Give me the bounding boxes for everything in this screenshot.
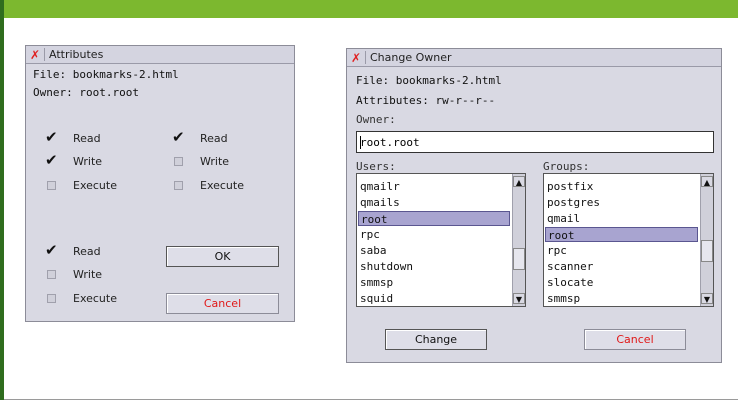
desktop-left-bar <box>0 0 4 400</box>
check-icon[interactable]: ✔ <box>45 243 58 258</box>
list-item[interactable]: smmsp <box>545 291 698 306</box>
group-write-label: Write <box>200 155 230 168</box>
owner-line: Owner: root.root <box>33 86 139 99</box>
group-read-label: Read <box>200 132 228 145</box>
attributes-window: ✗ Attributes File: bookmarks-2.html Owne… <box>25 45 295 322</box>
arrow-down-icon[interactable]: ▼ <box>701 293 713 304</box>
list-item[interactable]: rpc <box>545 243 698 258</box>
owner-input[interactable]: root.root <box>356 131 714 153</box>
groups-label: Groups: <box>543 160 590 173</box>
group-write-checkbox[interactable] <box>174 157 183 166</box>
ok-button[interactable]: OK <box>166 246 279 267</box>
groups-scroll-thumb[interactable] <box>701 240 713 262</box>
file-line: File: bookmarks-2.html <box>356 74 502 87</box>
user-execute-checkbox[interactable] <box>47 181 56 190</box>
arrow-up-icon[interactable]: ▲ <box>513 176 525 187</box>
other-execute-checkbox[interactable] <box>47 294 56 303</box>
owner-label: Owner: <box>356 113 396 126</box>
file-line: File: bookmarks-2.html <box>33 68 179 81</box>
change-button[interactable]: Change <box>385 329 487 350</box>
list-item[interactable]: qmails <box>358 195 510 210</box>
list-item[interactable]: shutdown <box>358 259 510 274</box>
titlebar-separator <box>44 48 45 61</box>
user-read-label: Read <box>73 132 101 145</box>
attributes-line: Attributes: rw-r--r-- <box>356 94 496 107</box>
user-write-label: Write <box>73 155 103 168</box>
other-execute-label: Execute <box>73 292 117 305</box>
other-read-label: Read <box>73 245 101 258</box>
list-item[interactable]: postgres <box>545 195 698 210</box>
users-scroll-thumb[interactable] <box>513 248 525 270</box>
cancel-button[interactable]: Cancel <box>166 293 279 314</box>
list-item[interactable]: smmsp <box>358 275 510 290</box>
user-execute-label: Execute <box>73 179 117 192</box>
check-icon[interactable]: ✔ <box>45 130 58 145</box>
users-scrollbar[interactable]: ▲ ▼ <box>512 174 525 306</box>
group-execute-label: Execute <box>200 179 244 192</box>
list-item[interactable]: postfix <box>545 179 698 194</box>
close-icon[interactable]: ✗ <box>29 48 41 62</box>
check-icon[interactable]: ✔ <box>45 153 58 168</box>
list-item[interactable]: rpc <box>358 227 510 242</box>
list-item[interactable]: qmailr <box>358 179 510 194</box>
desktop-top-bar <box>0 0 738 18</box>
users-list[interactable]: qmailr qmails root rpc saba shutdown smm… <box>356 173 526 307</box>
owner-input-value: root.root <box>360 135 420 149</box>
group-execute-checkbox[interactable] <box>174 181 183 190</box>
list-item[interactable]: saba <box>358 243 510 258</box>
groups-list[interactable]: postfix postgres qmail root rpc scanner … <box>543 173 714 307</box>
users-label: Users: <box>356 160 396 173</box>
attributes-titlebar: ✗ Attributes <box>26 46 294 64</box>
list-item[interactable]: scanner <box>545 259 698 274</box>
close-icon[interactable]: ✗ <box>350 51 362 65</box>
arrow-up-icon[interactable]: ▲ <box>701 176 713 187</box>
other-write-label: Write <box>73 268 103 281</box>
list-item-selected[interactable]: root <box>358 211 510 226</box>
list-item-selected[interactable]: root <box>545 227 698 242</box>
arrow-down-icon[interactable]: ▼ <box>513 293 525 304</box>
titlebar-separator <box>365 51 366 64</box>
list-item[interactable]: qmail <box>545 211 698 226</box>
change-owner-titlebar: ✗ Change Owner <box>347 49 721 67</box>
other-write-checkbox[interactable] <box>47 270 56 279</box>
attributes-title: Attributes <box>49 48 104 61</box>
list-item[interactable]: slocate <box>545 275 698 290</box>
change-owner-title: Change Owner <box>370 51 452 64</box>
cancel-button[interactable]: Cancel <box>584 329 686 350</box>
groups-scrollbar[interactable]: ▲ ▼ <box>700 174 713 306</box>
change-owner-window: ✗ Change Owner File: bookmarks-2.html At… <box>346 48 722 363</box>
list-item[interactable]: squid <box>358 291 510 306</box>
check-icon[interactable]: ✔ <box>172 130 185 145</box>
